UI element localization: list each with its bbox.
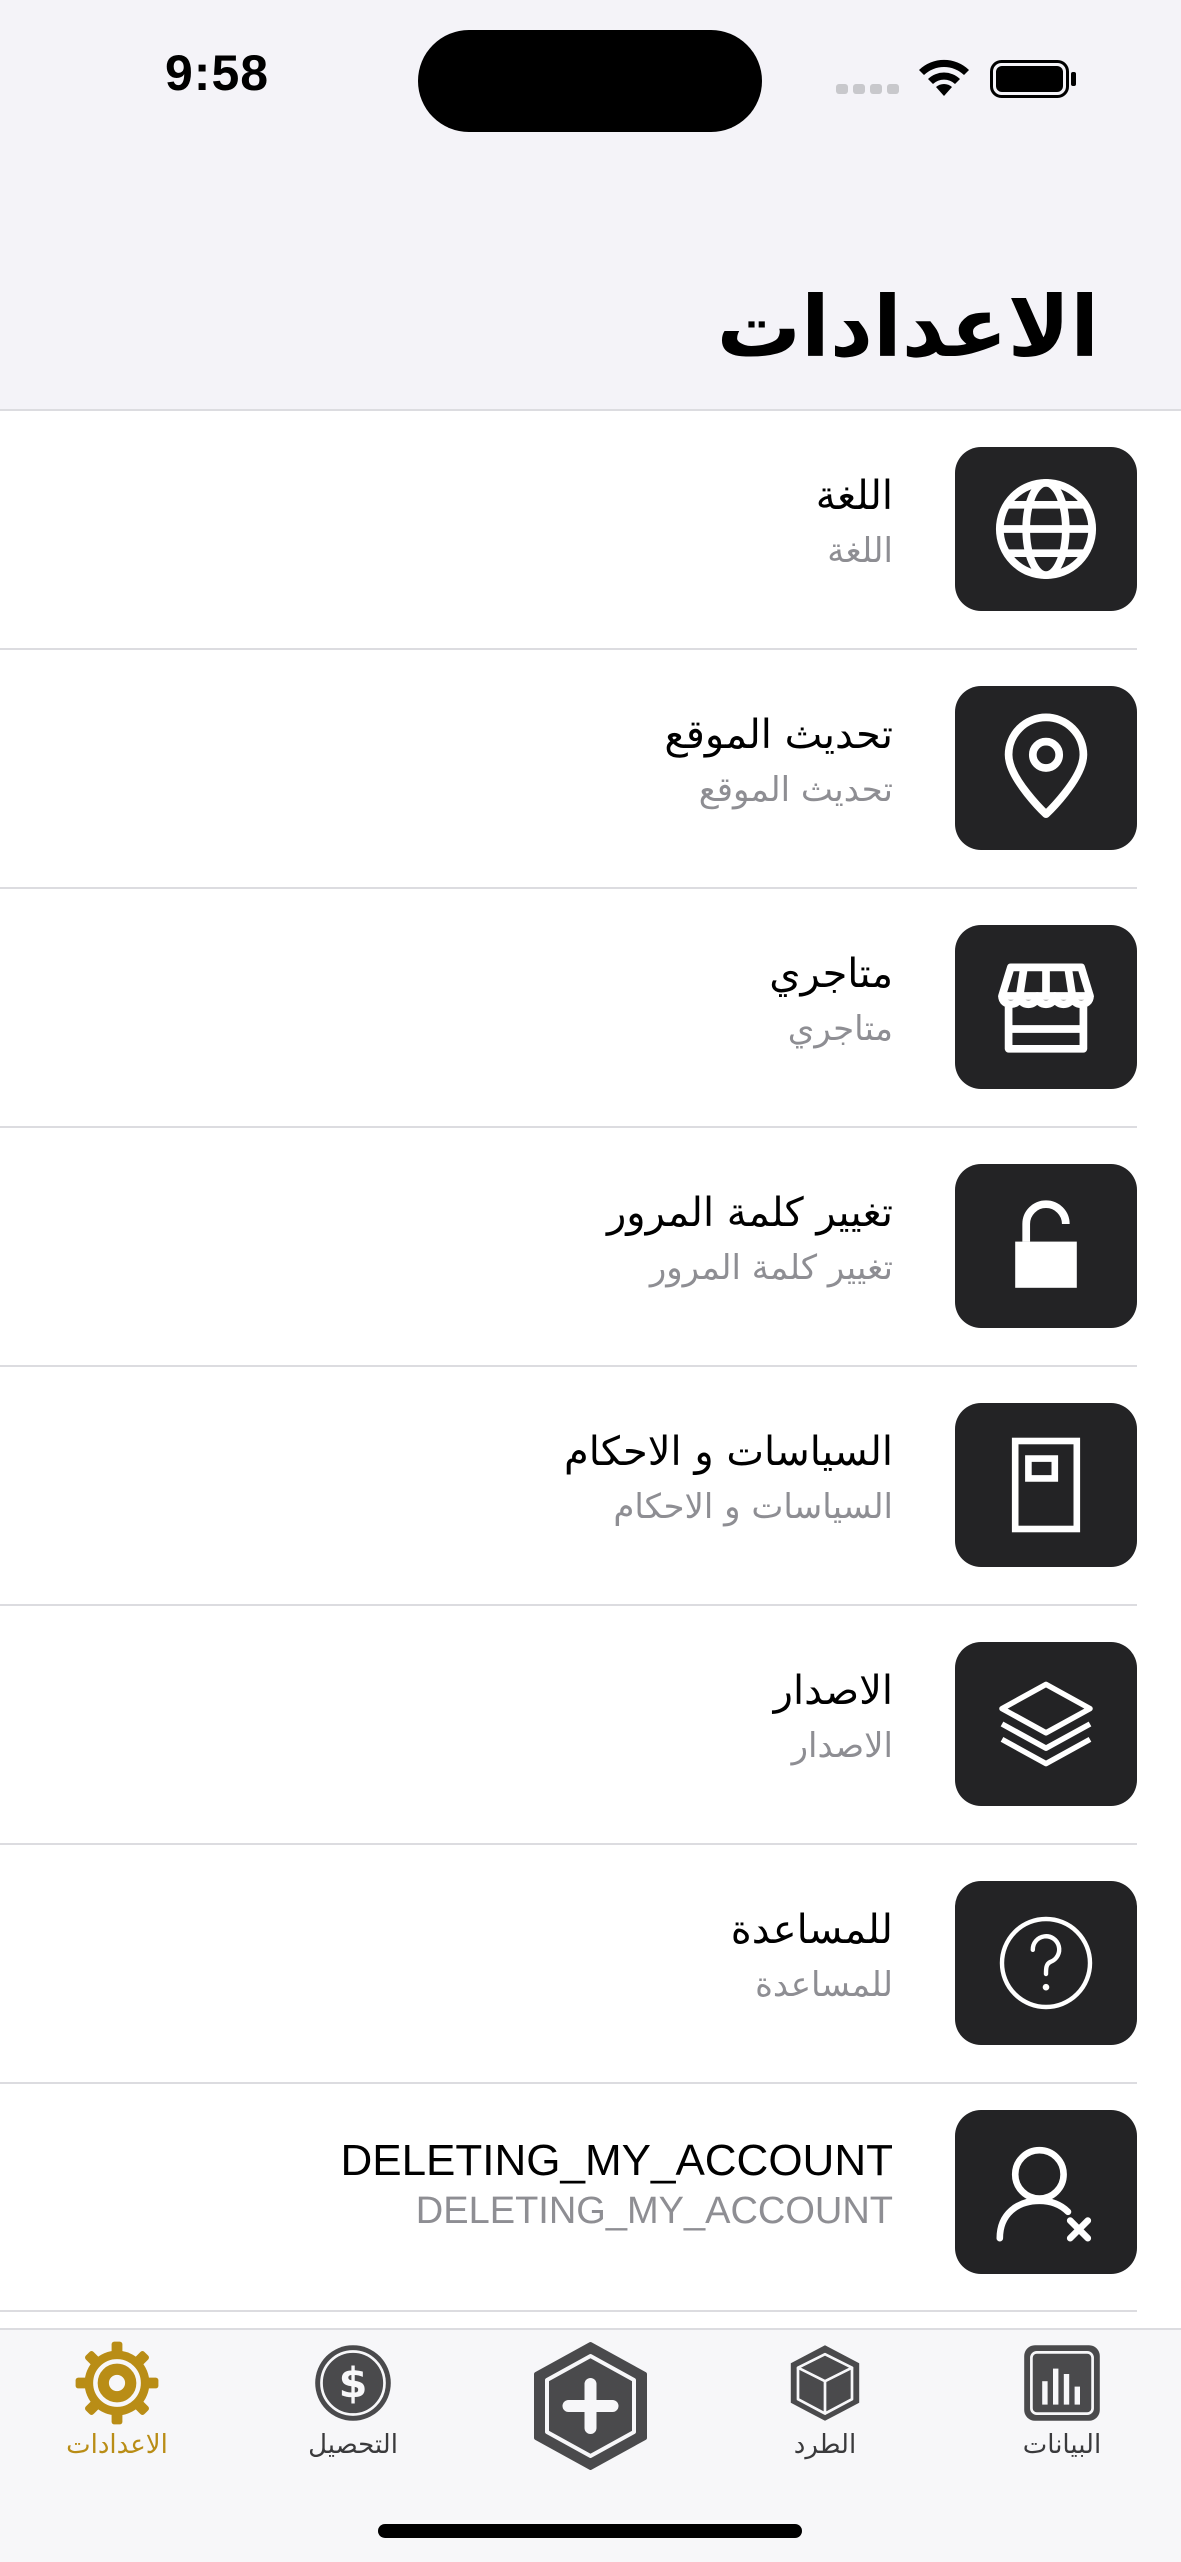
tab-label: الاعدادات (66, 2430, 168, 2460)
tab-label: التحصيل (308, 2430, 398, 2460)
page-title: الاعدادات (716, 278, 1099, 376)
chart-icon (1024, 2345, 1100, 2421)
document-icon (955, 1403, 1137, 1567)
tab-collection[interactable]: $ التحصيل (253, 2330, 453, 2480)
delete-account-icon (955, 2110, 1137, 2274)
globe-icon (955, 447, 1137, 611)
settings-item-title: السياسات و الاحكام (563, 1429, 893, 1475)
cellular-signal-icon (836, 84, 899, 94)
gear-icon (75, 2341, 159, 2425)
home-indicator (378, 2524, 802, 2538)
settings-item-subtitle: الاصدار (791, 1726, 893, 1766)
settings-item-title: الاصدار (773, 1668, 893, 1714)
settings-item-title: DELETING_MY_ACCOUNT (340, 2136, 893, 2185)
status-bar: 9:58 (0, 0, 1181, 160)
unlock-icon (955, 1164, 1137, 1328)
settings-item-title: تغيير كلمة المرور (606, 1190, 893, 1236)
settings-item-subtitle: للمساعدة (755, 1965, 893, 2005)
settings-item-subtitle: تغيير كلمة المرور (649, 1248, 893, 1288)
settings-item-language[interactable]: اللغة اللغة (0, 411, 1181, 650)
tab-statistics[interactable]: البيانات (962, 2330, 1162, 2480)
settings-item-title: متاجري (769, 951, 893, 997)
status-time: 9:58 (165, 45, 270, 101)
settings-item-subtitle: تحديث الموقع (698, 770, 893, 810)
settings-item-subtitle: DELETING_MY_ACCOUNT (415, 2190, 893, 2232)
add-icon (534, 2342, 647, 2470)
header: الاعدادات (0, 160, 1181, 411)
settings-item-subtitle: اللغة (827, 531, 893, 571)
settings-item-policies[interactable]: السياسات و الاحكام السياسات و الاحكام (0, 1367, 1181, 1606)
settings-item-my-stores[interactable]: متاجري متاجري (0, 889, 1181, 1128)
svg-text:$: $ (339, 2359, 368, 2407)
tab-package[interactable]: الطرد (725, 2330, 925, 2480)
tab-label: البيانات (1022, 2430, 1102, 2460)
help-icon (955, 1881, 1137, 2045)
settings-item-change-password[interactable]: تغيير كلمة المرور تغيير كلمة المرور (0, 1128, 1181, 1367)
settings-item-delete-account[interactable]: DELETING_MY_ACCOUNT DELETING_MY_ACCOUNT (0, 2084, 1181, 2323)
layers-icon (955, 1642, 1137, 1806)
settings-item-version[interactable]: الاصدار الاصدار (0, 1606, 1181, 1845)
settings-item-help[interactable]: للمساعدة للمساعدة (0, 1845, 1181, 2084)
settings-item-update-location[interactable]: تحديث الموقع تحديث الموقع (0, 650, 1181, 889)
settings-item-subtitle: متاجري (787, 1009, 893, 1049)
settings-item-title: للمساعدة (730, 1907, 893, 1953)
settings-item-subtitle: السياسات و الاحكام (613, 1487, 893, 1527)
settings-item-title: اللغة (815, 473, 893, 519)
add-button[interactable] (530, 2340, 651, 2472)
wifi-icon (919, 59, 969, 96)
dollar-icon: $ (315, 2345, 391, 2421)
dynamic-island (418, 30, 762, 132)
store-icon (955, 925, 1137, 1089)
settings-item-title: تحديث الموقع (664, 712, 893, 758)
battery-icon (990, 60, 1076, 98)
tab-settings[interactable]: الاعدادات (17, 2330, 217, 2480)
tab-label: الطرد (793, 2430, 857, 2460)
package-icon (790, 2345, 860, 2421)
location-pin-icon (955, 686, 1137, 850)
